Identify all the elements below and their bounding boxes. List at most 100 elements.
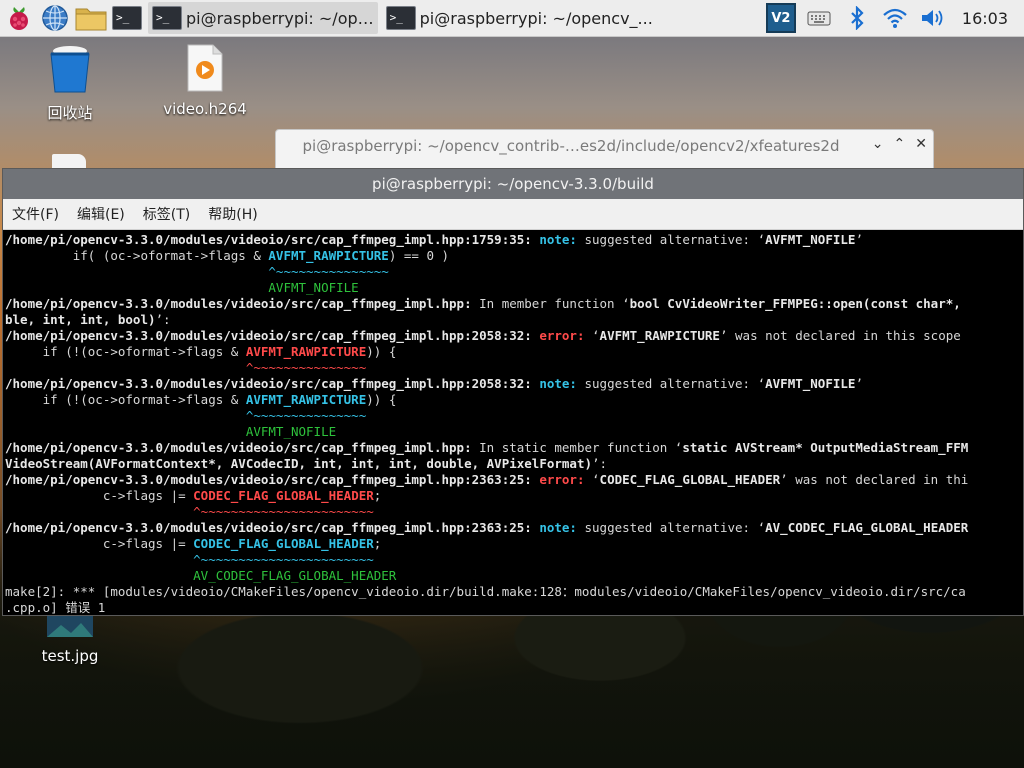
terminal-line: c->flags |= CODEC_FLAG_GLOBAL_HEADER; (5, 536, 1023, 552)
terminal-text-segment: ^~~~~~~~~~~~~~~~ (5, 264, 389, 279)
terminal-text-segment: VideoStream(AVFormatContext*, AVCodecID,… (5, 456, 592, 471)
terminal-text-segment: AVFMT_NOFILE (5, 424, 337, 439)
terminal-text-segment: note: (539, 232, 577, 247)
window-controls: ⌄ ⌃ ✕ (872, 136, 927, 152)
terminal-text-segment: ’ (855, 376, 863, 391)
terminal-text-segment: AVFMT_RAWPICTURE (599, 328, 720, 343)
terminal-text-segment: /home/pi/opencv-3.3.0/modules/videoio/sr… (5, 440, 472, 455)
terminal-text-segment: ’ (855, 232, 863, 247)
terminal-text-segment: )) { (366, 392, 397, 407)
terminal-text-segment: static AVStream* OutputMediaStream_FFM (682, 440, 969, 455)
terminal-text-segment: In static member function ‘ (471, 440, 683, 455)
terminal-line: ^~~~~~~~~~~~~~~~~~~~~~~~ (5, 552, 1023, 568)
system-tray: V2 16:03 (762, 0, 1024, 36)
terminal-line: AVFMT_NOFILE (5, 424, 1023, 440)
terminal-text-segment: /home/pi/opencv-3.3.0/modules/videoio/sr… (5, 472, 540, 487)
terminal-text-segment: ‘ (584, 328, 600, 343)
close-icon[interactable]: ✕ (915, 136, 927, 152)
terminal-text-segment: ^~~~~~~~~~~~~~~~~~~~~~~~ (5, 552, 374, 567)
terminal-window[interactable]: pi@raspberrypi: ~/opencv-3.3.0/build 文件(… (2, 168, 1024, 616)
terminal-text-segment: ‘ (584, 472, 600, 487)
keyboard-icon[interactable] (800, 0, 838, 36)
terminal-icon[interactable]: >_ (110, 1, 144, 35)
clock[interactable]: 16:03 (952, 9, 1024, 28)
terminal-text-segment: AV_CODEC_FLAG_GLOBAL_HEADER (765, 520, 969, 535)
terminal-line: ^~~~~~~~~~~~~~~~ (5, 264, 1023, 280)
menu-file[interactable]: 文件(F) (3, 204, 68, 224)
terminal-text-segment: AVFMT_RAWPICTURE (268, 248, 389, 263)
video-file-icon (187, 44, 223, 92)
minimize-icon[interactable]: ⌄ (872, 136, 884, 152)
terminal-text-segment: AVFMT_RAWPICTURE (245, 344, 367, 359)
window-title[interactable]: pi@raspberrypi: ~/opencv-3.3.0/build (3, 169, 1023, 199)
background-window[interactable]: pi@raspberrypi: ~/opencv_contrib-…es2d/i… (275, 129, 934, 173)
terminal-text-segment: make[2]: *** [modules/videoio/CMakeFiles… (5, 584, 966, 599)
terminal-text-segment: ) == 0 ) (388, 248, 450, 263)
terminal-icon: >_ (152, 6, 182, 30)
terminal-text-segment: ’ was not declared in thi (780, 472, 969, 487)
terminal-text-segment: ^~~~~~~~~~~~~~~~~~~~~~~~ (5, 504, 374, 519)
terminal-text-segment: ; (373, 488, 382, 503)
terminal-text-segment: ble, int, int, bool) (5, 312, 156, 327)
desktop-icon-label: video.h264 (163, 100, 247, 118)
volume-icon[interactable] (914, 0, 952, 36)
wifi-icon[interactable] (876, 0, 914, 36)
terminal-text-segment: /home/pi/opencv-3.3.0/modules/videoio/sr… (5, 520, 540, 535)
desktop-icon-partial[interactable] (52, 154, 86, 168)
raspberry-menu-icon[interactable] (2, 1, 36, 35)
taskbar-task-terminal-2[interactable]: >_ pi@raspberrypi: ~/opencv_... (382, 2, 657, 34)
terminal-line: VideoStream(AVFormatContext*, AVCodecID,… (5, 456, 1023, 472)
terminal-line: /home/pi/opencv-3.3.0/modules/videoio/sr… (5, 520, 1023, 536)
terminal-line: /home/pi/opencv-3.3.0/modules/videoio/sr… (5, 328, 1023, 344)
file-manager-icon[interactable] (74, 1, 108, 35)
terminal-text-segment: ’: (155, 312, 171, 327)
terminal-text-segment: ^~~~~~~~~~~~~~~~ (5, 408, 367, 423)
terminal-line: /home/pi/opencv-3.3.0/modules/videoio/sr… (5, 232, 1023, 248)
terminal-line: AVFMT_NOFILE (5, 280, 1023, 296)
terminal-line: .cpp.o] 错误 1 (5, 600, 1023, 616)
terminal-output[interactable]: /home/pi/opencv-3.3.0/modules/videoio/sr… (3, 230, 1023, 616)
terminal-text-segment: ’: (592, 456, 608, 471)
terminal-text-segment: )) { (366, 344, 397, 359)
terminal-line: ble, int, int, bool)’: (5, 312, 1023, 328)
terminal-text-segment: error: (539, 472, 585, 487)
terminal-line: c->flags |= CODEC_FLAG_GLOBAL_HEADER; (5, 488, 1023, 504)
desktop-icon-image[interactable]: test.jpg (25, 615, 115, 665)
terminal-text-segment: AVFMT_RAWPICTURE (245, 392, 367, 407)
menu-help[interactable]: 帮助(H) (199, 204, 266, 224)
terminal-line: make[2]: *** [modules/videoio/CMakeFiles… (5, 584, 1023, 600)
terminal-text-segment: c->flags |= (5, 536, 194, 551)
terminal-text-segment: ; (373, 536, 382, 551)
terminal-text-segment: In member function ‘ (471, 296, 630, 311)
terminal-text-segment: suggested alternative: ‘ (576, 232, 766, 247)
terminal-line: if (!(oc->oformat->flags & AVFMT_RAWPICT… (5, 344, 1023, 360)
task-label: pi@raspberrypi: ~/opencv_... (419, 8, 653, 28)
terminal-text-segment: c->flags |= (5, 488, 194, 503)
menu-tabs[interactable]: 标签(T) (134, 204, 199, 224)
terminal-text-segment: suggested alternative: ‘ (576, 520, 766, 535)
terminal-line: /home/pi/opencv-3.3.0/modules/videoio/sr… (5, 296, 1023, 312)
terminal-line: /home/pi/opencv-3.3.0/modules/videoio/sr… (5, 472, 1023, 488)
menu-edit[interactable]: 编辑(E) (68, 204, 134, 224)
terminal-line: ^~~~~~~~~~~~~~~~~~~~~~~~ (5, 504, 1023, 520)
terminal-text-segment: note: (539, 376, 577, 391)
bluetooth-icon[interactable] (838, 0, 876, 36)
vnc-icon[interactable]: V2 (762, 0, 800, 36)
task-label: pi@raspberrypi: ~/op… (186, 8, 374, 28)
desktop-icon-video[interactable]: video.h264 (160, 44, 250, 118)
image-file-icon (47, 615, 93, 637)
terminal-line: /home/pi/opencv-3.3.0/modules/videoio/sr… (5, 440, 1023, 456)
web-browser-icon[interactable] (38, 1, 72, 35)
maximize-icon[interactable]: ⌃ (894, 136, 906, 152)
terminal-text-segment: /home/pi/opencv-3.3.0/modules/videoio/sr… (5, 328, 540, 343)
terminal-icon: >_ (385, 6, 416, 30)
terminal-text-segment: ’ was not declared in this scope (719, 328, 961, 343)
desktop-icon-trash[interactable]: 回收站 (25, 44, 115, 123)
terminal-text-segment: AVFMT_NOFILE (765, 376, 856, 391)
terminal-text-segment: /home/pi/opencv-3.3.0/modules/videoio/sr… (5, 296, 472, 311)
terminal-text-segment: suggested alternative: ‘ (576, 376, 766, 391)
terminal-text-segment: AVFMT_NOFILE (765, 232, 856, 247)
window-title: pi@raspberrypi: ~/opencv_contrib-…es2d/i… (302, 137, 840, 155)
terminal-text-segment: /home/pi/opencv-3.3.0/modules/videoio/sr… (5, 232, 540, 247)
taskbar-task-terminal-1[interactable]: >_ pi@raspberrypi: ~/op… (148, 2, 378, 34)
